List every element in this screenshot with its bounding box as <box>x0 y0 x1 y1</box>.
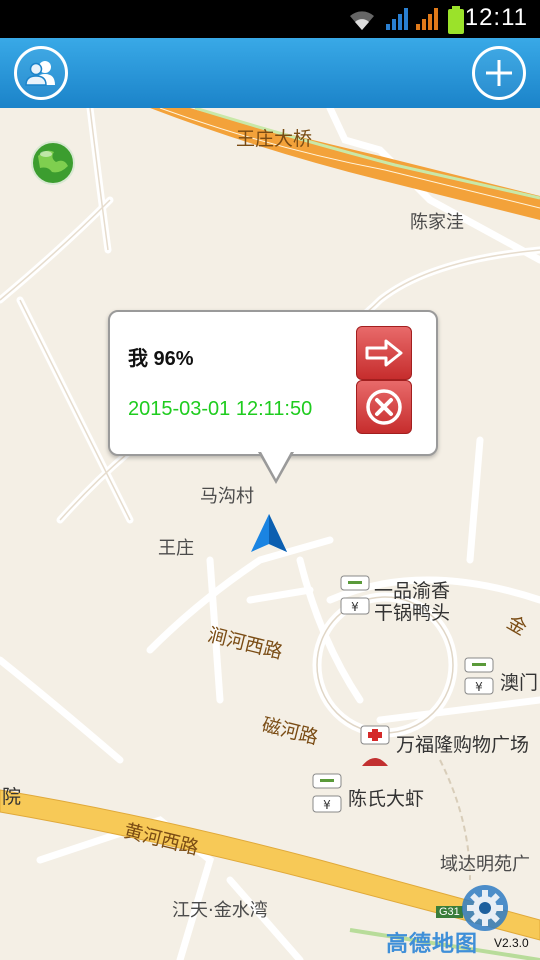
people-button[interactable] <box>14 46 68 100</box>
add-button[interactable] <box>472 46 526 100</box>
app-bar <box>0 38 540 109</box>
signal-icon-1 <box>386 8 408 30</box>
map-label: 域达明苑广 <box>440 854 530 875</box>
map-label: 马沟村 <box>200 486 254 507</box>
plus-icon <box>486 60 512 86</box>
close-icon <box>366 389 402 425</box>
status-time: 12:11 <box>464 4 528 31</box>
people-icon <box>25 61 55 86</box>
bank-poi-icon: ¥ <box>464 657 494 695</box>
globe-icon[interactable] <box>30 140 76 186</box>
map-label: 万福隆购物广场 <box>396 734 530 756</box>
popup-name: 我 96% <box>128 348 194 370</box>
arrow-right-icon <box>365 339 403 367</box>
wifi-icon <box>350 11 374 30</box>
location-arrow-icon <box>251 514 287 552</box>
popup-tail-inner <box>260 450 292 479</box>
map-label: 澳门 <box>500 672 539 694</box>
map-label: 江天·金水湾 <box>172 900 268 921</box>
signal-icon-2 <box>416 8 438 30</box>
hospital-poi-icon <box>360 725 390 766</box>
highway-badge: G31 <box>436 906 463 918</box>
map-label: 王庄 <box>158 538 194 559</box>
map-label: 陈家洼 <box>410 212 464 233</box>
svg-text:¥: ¥ <box>475 680 483 694</box>
map-label: 院 <box>2 786 22 808</box>
close-button[interactable] <box>356 380 412 434</box>
map-label: 干锅鸭头 <box>374 602 451 624</box>
map-label: 王庄大桥 <box>236 128 313 150</box>
svg-text:¥: ¥ <box>351 600 359 614</box>
map-label: 陈氏大虾 <box>348 788 425 810</box>
popup-timestamp: 2015-03-01 12:11:50 <box>128 398 313 420</box>
navigate-button[interactable] <box>356 326 412 380</box>
settings-gear-icon[interactable] <box>461 884 509 932</box>
restaurant-poi-icon: ¥ <box>340 575 370 615</box>
battery-icon <box>448 6 464 34</box>
amap-logo: 高德地图 <box>386 932 479 957</box>
version-label: V2.3.0 <box>494 936 529 950</box>
info-popup: 我 96% 2015-03-01 12:11:50 <box>108 310 438 484</box>
status-bar: 12:11 <box>0 0 540 38</box>
svg-text:¥: ¥ <box>323 798 331 812</box>
shop-poi-icon: ¥ <box>312 773 342 813</box>
